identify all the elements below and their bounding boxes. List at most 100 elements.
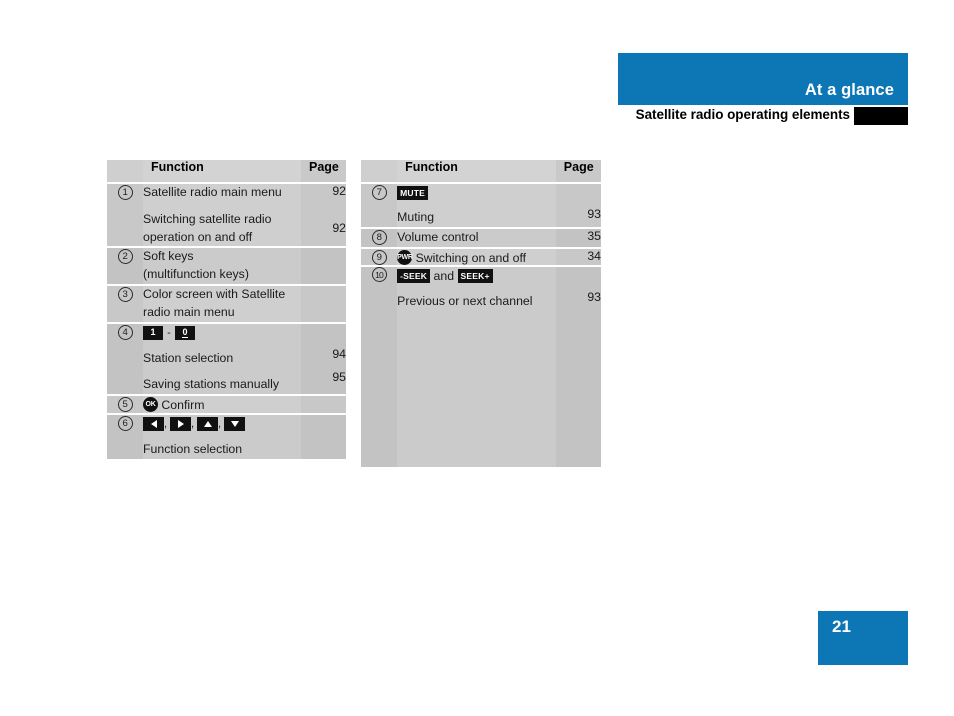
operating-elements-table-left: Function Page 1 Satellite radio main men… <box>107 160 346 459</box>
col-header-number <box>107 160 143 182</box>
key-range-dash: - <box>167 326 171 339</box>
circled-number-icon: 4 <box>117 324 133 340</box>
function-text: Function selection <box>143 441 243 456</box>
arrow-right-icon <box>170 416 191 431</box>
page-number-ref: 93 <box>587 207 601 221</box>
row-page-cell <box>301 248 346 285</box>
col-header-number <box>361 160 398 182</box>
key-digit-0-icon: 0 <box>175 325 195 340</box>
col-header-function: Function <box>397 160 556 182</box>
function-text: Switching satellite radio <box>143 211 272 226</box>
row-page-cell: 92 92 <box>301 184 346 247</box>
table-row: 9 PWR Switching on and off 34 <box>361 248 601 266</box>
table-header-row: Function Page <box>361 160 601 182</box>
row-number-cell: 7 <box>361 184 398 227</box>
row-number-cell: 10 <box>361 267 398 468</box>
circled-number-icon: 6 <box>117 415 133 431</box>
col-header-page: Page <box>555 160 601 182</box>
table-row: 7 MUTE Muting 93 <box>361 184 601 227</box>
circled-number-icon: 3 <box>117 287 133 303</box>
seek-plus-button-icon: SEEK+ <box>457 269 493 284</box>
key-digit-1-icon: 1 <box>143 325 163 340</box>
row-number-cell: 3 <box>107 286 143 322</box>
table-row: 5 OK Confirm <box>107 396 346 413</box>
row-page-cell: 94 95 <box>301 323 346 395</box>
function-text: Switching on and off <box>415 250 527 265</box>
row-page-cell: 34 <box>555 248 601 266</box>
function-text: Volume control <box>397 229 479 244</box>
row-function-cell: Satellite radio main menu Switching sate… <box>143 184 301 247</box>
row-number-cell: 9 <box>361 248 398 266</box>
arrow-keys-glyph-group: ,,, <box>143 415 301 432</box>
subtitle-black-bar <box>854 107 908 125</box>
table-row: 6 ,,, Function selection <box>107 414 346 459</box>
page-number-ref: 92 <box>332 221 346 235</box>
circled-number-icon: 2 <box>117 249 133 265</box>
col-header-page: Page <box>301 160 346 182</box>
function-text: Color screen with Satellite <box>143 287 286 302</box>
function-text: Soft keys <box>143 249 194 264</box>
row-function-cell: Soft keys (multifunction keys) <box>143 248 301 285</box>
arrow-down-icon <box>224 416 245 431</box>
page-number-ref: 93 <box>587 290 601 305</box>
page-number-ref <box>556 267 601 281</box>
col-header-function: Function <box>143 160 301 182</box>
page-number-ref: 95 <box>332 369 346 384</box>
row-number-cell: 2 <box>107 248 143 285</box>
circled-number-icon: 7 <box>371 185 387 200</box>
function-text: Previous or next channel <box>397 294 533 309</box>
seek-keys-glyph-group: -SEEK and SEEK+ <box>397 267 556 284</box>
circled-number-icon: 1 <box>117 185 133 200</box>
row-function-cell: Color screen with Satellite radio main m… <box>143 286 301 322</box>
row-function-cell: OK Confirm <box>143 396 301 413</box>
row-page-cell <box>301 414 346 459</box>
function-text: radio main menu <box>143 304 235 319</box>
circled-number-icon: 9 <box>371 249 387 265</box>
arrow-left-icon <box>143 416 164 431</box>
table-row: 4 1-0 Station selection Saving stations … <box>107 323 346 395</box>
table-row: 3 Color screen with Satellite radio main… <box>107 286 346 322</box>
mute-button-icon: MUTE <box>397 185 429 200</box>
circled-number-icon: 5 <box>117 397 133 413</box>
arrow-up-icon <box>197 416 218 431</box>
circled-number-icon: 10 <box>371 267 387 283</box>
number-keys-glyph-group: 1-0 <box>143 324 301 341</box>
ok-button-icon: OK <box>143 397 158 413</box>
page-number-ref: 92 <box>332 184 346 198</box>
function-text: Satellite radio main menu <box>143 185 282 199</box>
function-text: operation on and off <box>143 229 253 244</box>
mute-key-glyph-group: MUTE <box>397 184 556 200</box>
key-underbar-mark <box>182 336 188 338</box>
page-number-ref <box>556 184 601 198</box>
function-text: Muting <box>397 210 435 224</box>
header-band: At a glance <box>618 53 908 105</box>
function-text: Saving stations manually <box>143 377 280 392</box>
function-text: Confirm <box>161 397 205 412</box>
row-number-cell: 5 <box>107 396 143 413</box>
row-function-cell: Volume control <box>397 228 556 247</box>
page-number-ref <box>301 324 346 338</box>
page-number-ref <box>301 207 346 221</box>
table-row: 8 Volume control 35 <box>361 228 601 247</box>
power-button-icon: PWR <box>397 249 413 265</box>
row-page-cell: 93 <box>555 267 601 468</box>
table-header-row: Function Page <box>107 160 346 182</box>
function-text: Station selection <box>143 350 234 365</box>
row-page-cell <box>301 286 346 322</box>
row-page-cell <box>301 396 346 413</box>
row-number-cell: 8 <box>361 228 398 247</box>
table-row: 1 Satellite radio main menu Switching sa… <box>107 184 346 247</box>
row-number-cell: 6 <box>107 414 143 459</box>
table-row: 2 Soft keys (multifunction keys) <box>107 248 346 285</box>
page-number-ref: 94 <box>332 346 346 361</box>
page-title: At a glance <box>804 81 894 99</box>
row-function-cell: -SEEK and SEEK+ Previous or next channel <box>397 267 556 468</box>
